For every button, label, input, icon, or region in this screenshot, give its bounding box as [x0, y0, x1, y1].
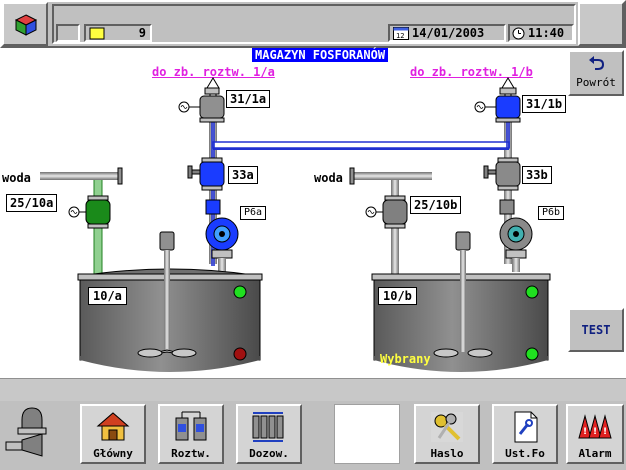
dosing-icon	[252, 412, 284, 442]
keys-icon	[431, 412, 463, 442]
water-label-left: woda	[2, 171, 31, 185]
tank-10b-led-top	[525, 285, 539, 299]
tank-10a-led-bottom	[233, 347, 247, 361]
settings-document-icon	[514, 411, 538, 443]
valve-25-10a[interactable]	[68, 195, 111, 229]
valve-31-1b-label: 31/1b	[522, 95, 567, 113]
water-label-right: woda	[314, 171, 343, 185]
haslo-label: Haslo	[430, 447, 464, 460]
pump-p6b-label: P6b	[538, 206, 565, 220]
valve-33b-label: 33b	[522, 166, 552, 184]
tank-10a-led-top	[233, 285, 247, 299]
siren-button[interactable]	[2, 404, 62, 466]
valve-25-10b[interactable]	[365, 195, 408, 229]
toolbar-top-strip	[0, 378, 626, 401]
dozow-label: Dozow.	[249, 447, 289, 460]
glowny-button[interactable]: Główny	[80, 404, 146, 464]
valve-31-1a[interactable]	[178, 87, 225, 123]
svg-text:!: !	[593, 427, 597, 437]
valve-25-10a-label: 25/10a	[6, 194, 58, 212]
tank-10b-label: 10/b	[378, 287, 417, 305]
ustfo-button[interactable]: Ust.Fo	[492, 404, 558, 464]
haslo-button[interactable]: Haslo	[414, 404, 480, 464]
dozow-button[interactable]: Dozow.	[236, 404, 302, 464]
pump-p6a-label: P6a	[240, 206, 267, 220]
ustfo-label: Ust.Fo	[505, 447, 545, 460]
tank-10b-status: Wybrany	[380, 352, 431, 366]
valve-33b[interactable]	[483, 157, 521, 191]
water-pipe-left	[40, 167, 123, 276]
empty-slot	[334, 404, 400, 464]
alarm-label: Alarm	[578, 447, 612, 460]
svg-text:!: !	[583, 427, 587, 437]
tank-10b-led-bottom	[525, 347, 539, 361]
roztw-button[interactable]: Roztw.	[158, 404, 224, 464]
alarm-bells-icon: ! ! !	[578, 414, 612, 439]
valve-33a-label: 33a	[228, 166, 258, 184]
roztw-label: Roztw.	[171, 447, 211, 460]
svg-text:!: !	[603, 427, 607, 437]
alarm-button[interactable]: ! ! ! Alarm	[566, 404, 624, 464]
solution-tanks-icon	[175, 411, 207, 441]
valve-31-1a-label: 31/1a	[226, 90, 271, 108]
siren-icon	[5, 407, 47, 457]
valve-33a[interactable]	[187, 157, 225, 191]
cross-pipe	[212, 141, 510, 150]
home-icon	[96, 412, 130, 441]
glowny-label: Główny	[93, 447, 133, 460]
valve-31-1b[interactable]	[474, 87, 521, 123]
tank-10a-label: 10/a	[88, 287, 127, 305]
valve-25-10b-label: 25/10b	[410, 196, 462, 214]
